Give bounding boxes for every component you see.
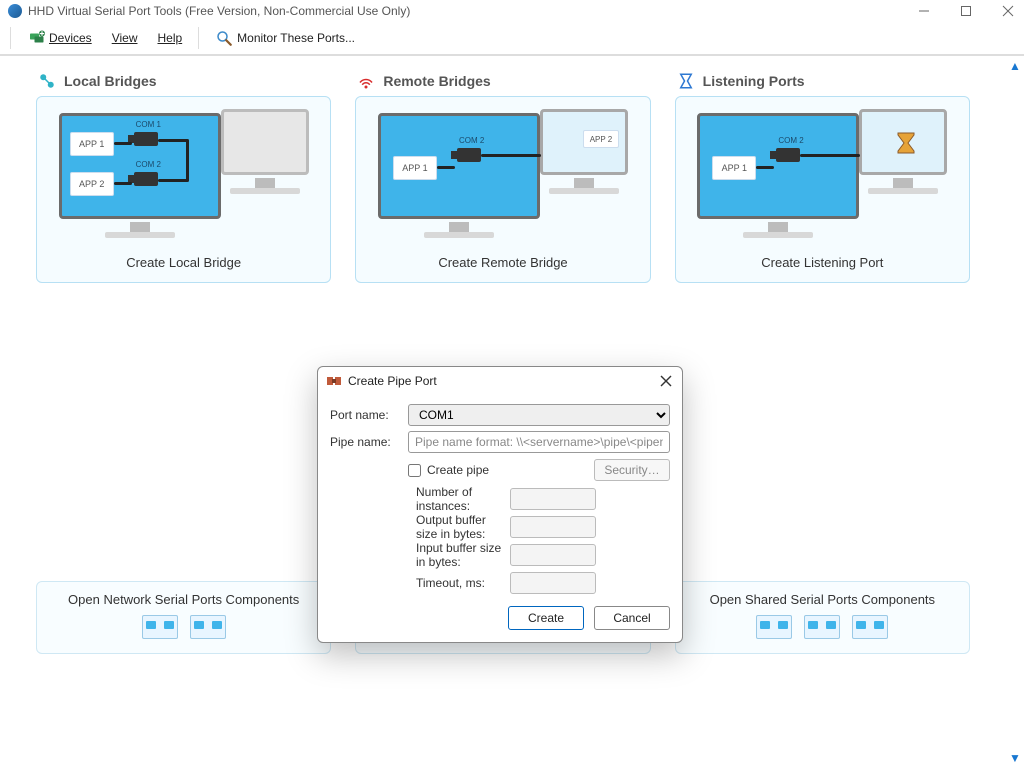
devices-menu[interactable]: Devices	[19, 25, 100, 51]
monitor-ports-label: Monitor These Ports...	[237, 31, 355, 45]
create-listening-port-caption: Create Listening Port	[761, 255, 883, 270]
remote-bridges-icon	[357, 72, 375, 90]
pipe-name-input[interactable]	[408, 431, 670, 453]
search-icon	[215, 29, 233, 47]
help-menu[interactable]: Help	[149, 27, 190, 49]
create-pipe-port-dialog: Create Pipe Port Port name: COM1 Pipe na…	[317, 366, 683, 643]
content-area: Local Bridges APP 1 APP 2 COM 1 COM 2	[0, 56, 1024, 768]
open-shared-title: Open Shared Serial Ports Components	[690, 592, 955, 607]
inbuf-input[interactable]	[510, 544, 596, 566]
port-name-label: Port name:	[330, 408, 408, 422]
window-title: HHD Virtual Serial Port Tools (Free Vers…	[28, 4, 410, 18]
monitor-ports-button[interactable]: Monitor These Ports...	[207, 25, 363, 51]
timeout-input[interactable]	[510, 572, 596, 594]
open-network-group[interactable]: Open Network Serial Ports Components	[36, 581, 331, 654]
scroll-up-arrow-icon[interactable]: ▲	[1009, 60, 1021, 72]
outbuf-input[interactable]	[510, 516, 596, 538]
window-maximize-button[interactable]	[960, 5, 974, 17]
open-network-title: Open Network Serial Ports Components	[51, 592, 316, 607]
app-box: APP 2	[70, 172, 114, 196]
listening-ports-title: Listening Ports	[703, 73, 805, 89]
devices-icon	[27, 29, 45, 47]
port-label: COM 2	[459, 136, 484, 145]
create-pipe-checkbox[interactable]	[408, 464, 421, 477]
hourglass-icon	[896, 132, 916, 158]
security-button[interactable]: Security…	[594, 459, 670, 481]
view-menu[interactable]: View	[104, 27, 146, 49]
help-menu-label: Help	[157, 31, 182, 45]
outbuf-label: Output buffer size in bytes:	[330, 513, 510, 541]
timeout-label: Timeout, ms:	[330, 576, 510, 590]
scroll-down-arrow-icon[interactable]: ▼	[1009, 752, 1021, 764]
instances-input[interactable]	[510, 488, 596, 510]
create-remote-bridge-card[interactable]: APP 2 APP 1 COM 2	[355, 96, 650, 283]
window-minimize-button[interactable]	[918, 5, 932, 17]
app-logo-icon	[8, 4, 22, 18]
port-name-select[interactable]: COM1	[408, 404, 670, 426]
remote-bridges-title: Remote Bridges	[383, 73, 490, 89]
create-local-bridge-card[interactable]: APP 1 APP 2 COM 1 COM 2	[36, 96, 331, 283]
local-bridges-icon	[38, 72, 56, 90]
instances-label: Number of instances:	[330, 485, 510, 513]
view-menu-label: View	[112, 31, 138, 45]
devices-menu-label: Devices	[49, 31, 92, 45]
create-remote-bridge-caption: Create Remote Bridge	[438, 255, 567, 270]
create-pipe-label: Create pipe	[427, 463, 489, 477]
port-label: COM 2	[136, 160, 161, 169]
create-local-bridge-caption: Create Local Bridge	[126, 255, 241, 270]
cancel-button[interactable]: Cancel	[594, 606, 670, 630]
window-titlebar: HHD Virtual Serial Port Tools (Free Vers…	[0, 0, 1024, 22]
port-label: COM 2	[778, 136, 803, 145]
window-close-button[interactable]	[1002, 5, 1016, 17]
app-box: APP 2	[583, 130, 619, 148]
main-toolbar: Devices View Help Monitor These Ports...	[0, 22, 1024, 56]
inbuf-label: Input buffer size in bytes:	[330, 541, 510, 569]
local-bridges-title: Local Bridges	[64, 73, 157, 89]
port-label: COM 1	[136, 120, 161, 129]
vertical-scrollbar[interactable]: ▲ ▼	[1006, 56, 1024, 768]
create-listening-port-card[interactable]: APP 1 COM 2 Create Listening Port	[675, 96, 970, 283]
pipe-port-icon	[326, 373, 342, 389]
dialog-title: Create Pipe Port	[348, 374, 658, 388]
open-shared-group[interactable]: Open Shared Serial Ports Components	[675, 581, 970, 654]
app-box: APP 1	[393, 156, 437, 180]
listening-ports-icon	[677, 72, 695, 90]
create-button[interactable]: Create	[508, 606, 584, 630]
pipe-name-label: Pipe name:	[330, 435, 408, 449]
close-icon	[660, 375, 672, 387]
dialog-close-button[interactable]	[658, 373, 674, 389]
app-box: APP 1	[712, 156, 756, 180]
app-box: APP 1	[70, 132, 114, 156]
